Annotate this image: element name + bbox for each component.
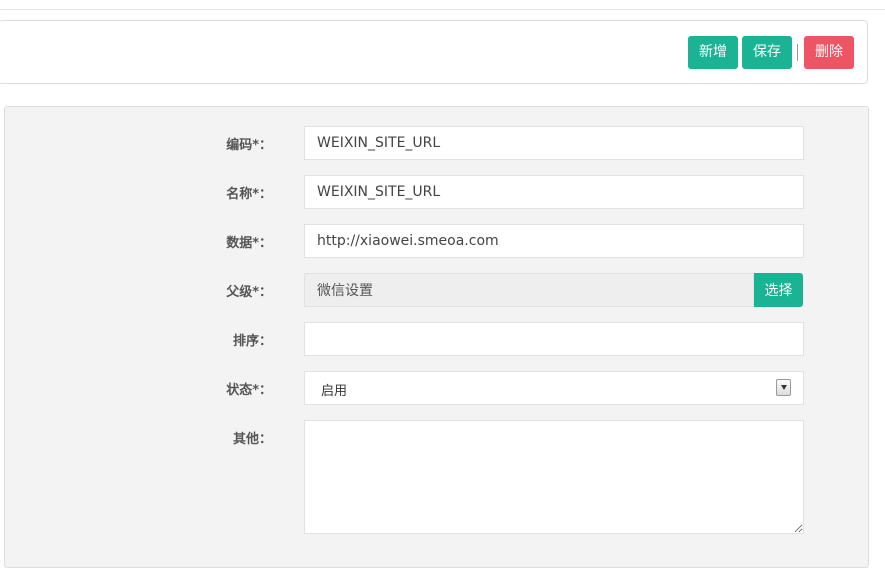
sort-label: 排序： bbox=[232, 334, 272, 349]
data-label: 数据*： bbox=[226, 236, 272, 251]
save-button[interactable]: 保存 bbox=[742, 36, 792, 69]
parent-input[interactable] bbox=[304, 273, 754, 307]
status-select[interactable]: 启用 bbox=[304, 371, 804, 405]
chevron-down-icon[interactable] bbox=[776, 379, 791, 396]
status-selected-value: 启用 bbox=[321, 384, 348, 399]
other-label: 其他： bbox=[232, 432, 272, 447]
name-label: 名称*： bbox=[226, 187, 272, 202]
code-label: 编码*： bbox=[226, 138, 272, 153]
status-label: 状态*： bbox=[226, 383, 272, 398]
parent-label: 父级*： bbox=[226, 285, 272, 300]
add-button[interactable]: 新增 bbox=[688, 36, 738, 69]
edit-form-panel: 编码*： 名称*： 数据*： 父级*： 选择 排序： 状态*： 启用 其他： bbox=[4, 106, 869, 568]
toolbar-separator bbox=[797, 44, 798, 61]
data-input[interactable] bbox=[304, 224, 804, 258]
toolbar: 新增 保存 删除 bbox=[0, 20, 868, 84]
top-divider bbox=[0, 9, 885, 10]
sort-input[interactable] bbox=[304, 322, 804, 356]
delete-button[interactable]: 删除 bbox=[804, 36, 854, 69]
name-input[interactable] bbox=[304, 175, 804, 209]
other-textarea[interactable] bbox=[304, 420, 804, 534]
parent-select-button[interactable]: 选择 bbox=[754, 273, 803, 307]
code-input[interactable] bbox=[304, 126, 804, 160]
